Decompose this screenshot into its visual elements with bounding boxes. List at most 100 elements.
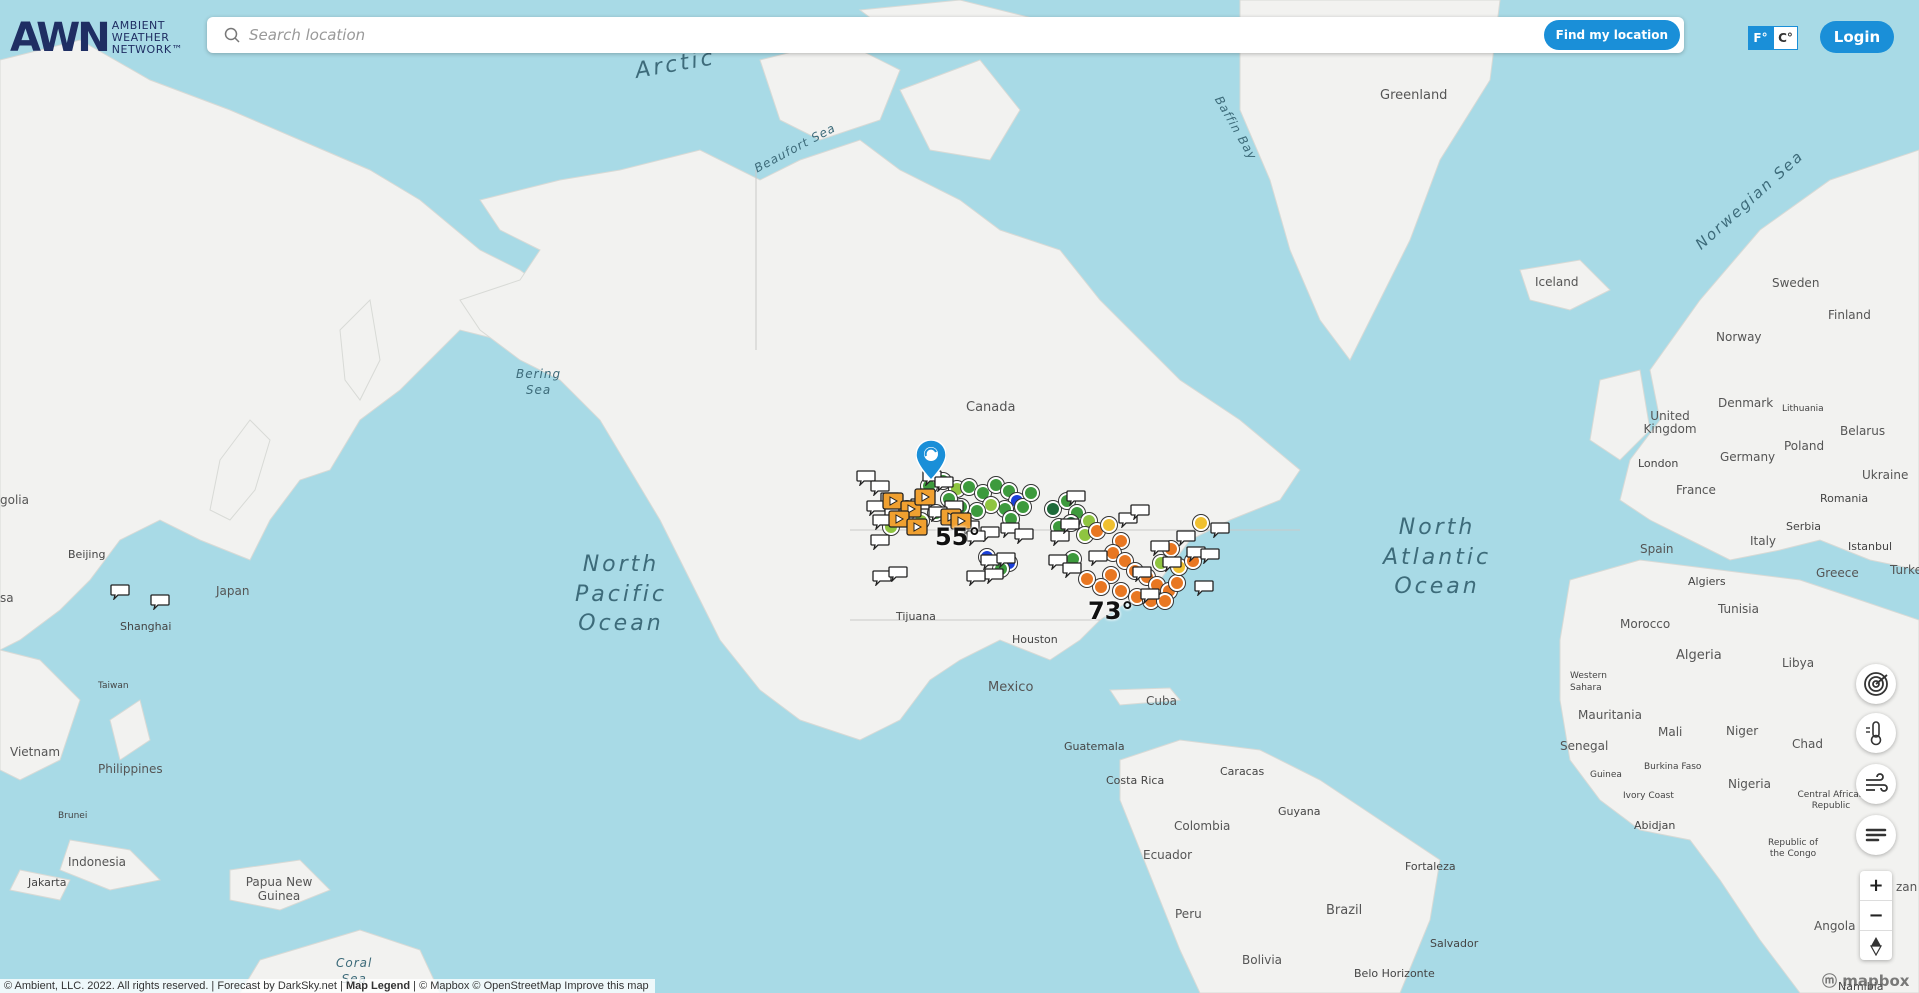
label-ukraine: Ukraine <box>1862 468 1909 482</box>
camera-marker-icon[interactable] <box>906 518 928 536</box>
zoom-in-button[interactable]: + <box>1860 871 1892 901</box>
label-caracas: Caracas <box>1220 765 1265 778</box>
station-marker[interactable] <box>1093 579 1109 595</box>
menu-icon <box>1865 828 1887 842</box>
radar-icon <box>1864 672 1888 696</box>
label-philippines: Philippines <box>98 762 163 776</box>
map-legend-link[interactable]: Map Legend <box>346 980 410 992</box>
label-belo-horizonte: Belo Horizonte <box>1354 967 1435 980</box>
zoom-out-button[interactable]: − <box>1860 901 1892 931</box>
label-costa-rica: Costa Rica <box>1106 774 1165 787</box>
search-input[interactable] <box>247 25 1544 45</box>
temperature-label-west[interactable]: 55° <box>935 523 980 551</box>
label-guyana: Guyana <box>1278 805 1321 818</box>
label-algiers: Algiers <box>1688 575 1726 588</box>
label-iceland: Iceland <box>1535 275 1579 289</box>
label-greece: Greece <box>1816 566 1859 580</box>
compass-button[interactable] <box>1860 931 1892 960</box>
station-bubble-icon[interactable] <box>1162 556 1182 572</box>
station-bubble-icon[interactable] <box>1210 522 1230 538</box>
station-marker[interactable] <box>1015 499 1031 515</box>
label-guatemala: Guatemala <box>1064 740 1125 753</box>
menu-layer-button[interactable] <box>1856 815 1896 855</box>
station-marker[interactable] <box>1169 575 1185 591</box>
label-peru: Peru <box>1175 907 1202 921</box>
compass-icon <box>1869 936 1883 956</box>
wind-icon <box>1866 773 1888 792</box>
label-morocco: Morocco <box>1620 617 1671 631</box>
station-bubble-icon[interactable] <box>150 594 170 610</box>
label-denmark: Denmark <box>1718 396 1774 410</box>
camera-marker-icon[interactable] <box>914 488 936 506</box>
label-indonesia: Indonesia <box>68 855 127 869</box>
label-italy: Italy <box>1750 534 1777 548</box>
station-bubble-icon[interactable] <box>1200 548 1220 564</box>
awn-logo[interactable]: AWN AMBIENT WEATHER NETWORK™ <box>10 18 183 58</box>
label-brazil: Brazil <box>1326 903 1363 918</box>
location-pin-icon[interactable] <box>916 440 946 480</box>
station-bubble-icon[interactable] <box>984 568 1004 584</box>
label-finland: Finland <box>1828 308 1871 322</box>
station-marker[interactable] <box>1193 515 1209 531</box>
label-brunei: Brunei <box>58 811 88 821</box>
label-london: London <box>1638 457 1679 470</box>
label-ivory-coast: Ivory Coast <box>1623 791 1674 801</box>
station-marker[interactable] <box>1023 485 1039 501</box>
station-bubble-icon[interactable] <box>1140 588 1160 604</box>
fahrenheit-button[interactable]: F° <box>1748 26 1773 50</box>
station-bubble-icon[interactable] <box>1194 580 1214 596</box>
map-credits[interactable]: | © Mapbox © OpenStreetMap Improve this … <box>413 980 649 992</box>
label-senegal: Senegal <box>1560 739 1609 753</box>
station-bubble-icon[interactable] <box>888 566 908 582</box>
label-norway: Norway <box>1716 330 1762 344</box>
label-houston: Houston <box>1012 633 1058 646</box>
label-greenland: Greenland <box>1380 88 1448 103</box>
label-burkina-faso: Burkina Faso <box>1644 762 1702 772</box>
label-guinea: Guinea <box>1590 770 1622 780</box>
zoom-controls[interactable]: + − <box>1860 871 1892 960</box>
station-bubble-icon[interactable] <box>1130 504 1150 520</box>
station-bubble-icon[interactable] <box>996 552 1016 568</box>
station-bubble-icon[interactable] <box>1150 540 1170 556</box>
temperature-layer-button[interactable] <box>1856 713 1896 753</box>
map-app[interactable]: North Pacific Ocean North Atlantic Ocean Arc… <box>0 0 1919 993</box>
mapbox-logo[interactable]: ⓜ mapbox <box>1822 970 1909 991</box>
station-bubble-icon[interactable] <box>1062 562 1082 578</box>
station-bubble-icon[interactable] <box>870 534 890 550</box>
station-bubble-icon[interactable] <box>1088 550 1108 566</box>
label-spain: Spain <box>1640 542 1674 556</box>
label-shanghai: Shanghai <box>120 620 172 633</box>
unit-toggle[interactable]: F° C° <box>1748 26 1798 50</box>
celsius-button[interactable]: C° <box>1773 26 1798 50</box>
label-mexico: Mexico <box>988 680 1034 695</box>
login-button[interactable]: Login <box>1820 21 1894 53</box>
label-western-sahara: Western Sahara <box>1570 671 1607 693</box>
station-bubble-icon[interactable] <box>966 570 986 586</box>
temperature-label-east[interactable]: 73° <box>1088 597 1133 625</box>
find-my-location-button[interactable]: Find my location <box>1543 20 1680 50</box>
station-bubble-icon[interactable] <box>110 584 130 600</box>
label-istanbul: Istanbul <box>1848 540 1893 553</box>
station-bubble-icon[interactable] <box>1060 518 1080 534</box>
label-jakarta: Jakarta <box>28 876 67 889</box>
station-bubble-icon[interactable] <box>1176 530 1196 546</box>
station-bubble-icon[interactable] <box>1066 490 1086 506</box>
label-mongolia: golia <box>0 493 29 507</box>
label-belarus: Belarus <box>1840 424 1886 438</box>
label-france: France <box>1676 483 1716 497</box>
label-chad: Chad <box>1792 737 1823 751</box>
station-bubble-icon[interactable] <box>1014 528 1034 544</box>
station-marker[interactable] <box>1101 517 1117 533</box>
logo-text: AMBIENT WEATHER NETWORK™ <box>111 19 184 56</box>
label-poland: Poland <box>1784 439 1825 453</box>
label-colombia: Colombia <box>1174 819 1231 833</box>
radar-layer-button[interactable] <box>1856 664 1896 704</box>
search-bar[interactable]: Find my location <box>207 17 1684 53</box>
ocean-label-north-pacific: North Pacific Ocean <box>575 552 667 637</box>
wind-layer-button[interactable] <box>1856 764 1896 804</box>
station-bubble-icon[interactable] <box>1132 566 1152 582</box>
label-cuba: Cuba <box>1146 694 1177 708</box>
label-sweden: Sweden <box>1772 276 1820 290</box>
label-car: Central African Republic <box>1797 790 1865 811</box>
station-marker[interactable] <box>983 497 999 513</box>
